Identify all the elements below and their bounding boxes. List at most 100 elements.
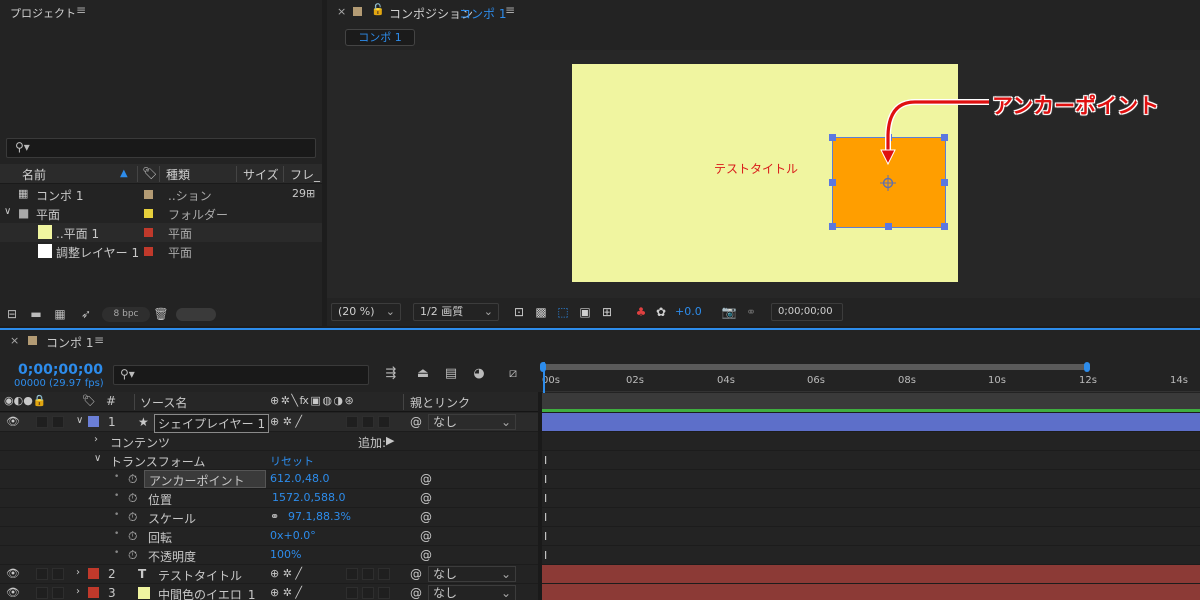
title-text-layer[interactable]: テストタイトル [714, 160, 798, 177]
composition-flowchart-icon[interactable]: ⇶ [382, 366, 400, 384]
tab-comp-1[interactable]: コンポ 1 [345, 29, 415, 46]
switch-box[interactable] [346, 416, 358, 428]
switch-box[interactable] [362, 416, 374, 428]
lock-toggle[interactable] [52, 587, 64, 599]
reset-link[interactable]: リセット [270, 453, 314, 469]
stopwatch-icon[interactable]: ⏱ [128, 491, 137, 506]
composition-viewer[interactable]: テストタイトル アンカーポイント [327, 50, 1200, 298]
time-ruler[interactable]: 00s 02s 04s 06s 08s 10s 12s 14s [542, 372, 1200, 392]
switch-box[interactable] [362, 587, 374, 599]
thumbnail-scrollbar[interactable] [176, 308, 216, 321]
timeline-search-input[interactable]: ⚲▾ [113, 365, 369, 385]
motion-blur-icon[interactable]: ◕ [470, 366, 488, 384]
graph-editor-icon[interactable]: ⧄ [504, 366, 522, 384]
lock-toggle[interactable] [52, 416, 64, 428]
magnification-dropdown[interactable]: (20 %) ⌄ [331, 303, 401, 321]
solo-toggle[interactable] [36, 568, 48, 580]
chevron-right-icon[interactable]: › [76, 567, 80, 578]
property-value[interactable]: 100% [270, 548, 301, 561]
add-menu-icon[interactable]: ▶ [386, 434, 394, 447]
time-graph[interactable]: 00s 02s 04s 06s 08s 10s 12s 14s I I I I … [540, 352, 1200, 600]
show-snapshot-icon[interactable]: ⚭ [743, 304, 759, 320]
property-value[interactable]: 1572.0,588.0 [272, 491, 345, 504]
contents-group-row[interactable]: › コンテンツ 追加: ▶ [0, 432, 538, 451]
shy-layers-icon[interactable]: ⏏ [414, 366, 432, 384]
layer-duration-bar[interactable] [542, 584, 1200, 600]
expression-pick-whip-icon[interactable]: @ [420, 472, 432, 486]
expression-pick-whip-icon[interactable]: @ [420, 548, 432, 562]
label-color-swatch[interactable] [353, 7, 362, 16]
project-search-input[interactable]: ⚲▾ [6, 138, 316, 158]
timeline-comp-name[interactable]: コンポ 1 [46, 334, 93, 351]
chevron-down-icon[interactable]: ∨ [4, 206, 11, 217]
interpret-footage-icon[interactable]: ⊟ [4, 307, 20, 321]
close-icon[interactable]: × [337, 5, 346, 18]
layer-row[interactable]: 👁 › 2 T テストタイトル ⊕ ✲ ╱ @ なし ⌄ [0, 565, 538, 584]
parent-dropdown[interactable]: なし ⌄ [428, 414, 516, 430]
exposure-value[interactable]: +0.0 [675, 305, 702, 318]
pick-whip-icon[interactable]: @ [410, 567, 422, 581]
layer-switches-header[interactable]: ⊕ ✲ ╲ fx ▣ ◍ ◑ ⊛ [270, 394, 354, 407]
transform-handle[interactable] [829, 134, 836, 141]
snapshot-camera-icon[interactable]: 📷 [721, 304, 737, 320]
column-frame[interactable]: フレ_ [290, 166, 320, 183]
property-value[interactable]: 97.1,88.3% [288, 510, 351, 523]
transform-handle[interactable] [941, 179, 948, 186]
composition-name[interactable]: コンポ 1 [459, 5, 506, 22]
project-panel-menu-icon[interactable]: ≡ [76, 3, 86, 17]
chevron-right-icon[interactable]: › [76, 586, 80, 597]
column-type[interactable]: 種類 [166, 166, 190, 183]
work-area-range[interactable] [542, 364, 1088, 370]
keyframe-marker-icon[interactable]: I [544, 473, 547, 486]
guides-icon[interactable]: ⊞ [599, 304, 615, 320]
property-row-anchor-point[interactable]: • ⏱ アンカーポイント 612.0,48.0 @ [0, 470, 538, 489]
layer-name[interactable]: 中間色のイエロ_1 [158, 586, 256, 600]
layer-switches[interactable]: ⊕ ✲ ╱ [270, 586, 302, 599]
frame-blending-icon[interactable]: ▤ [442, 366, 460, 384]
property-row-rotation[interactable]: • ⏱ 回転 0x+0.0° @ [0, 527, 538, 546]
property-value[interactable]: 612.0,48.0 [270, 472, 329, 485]
bit-depth-button[interactable]: 8 bpc [102, 307, 150, 322]
constrain-proportions-link-icon[interactable]: ⚭ [270, 510, 279, 523]
label-tag-icon[interactable]: 🏷 [142, 166, 157, 180]
transform-group-row[interactable]: ∨ トランスフォーム リセット [0, 451, 538, 470]
pick-whip-icon[interactable]: @ [410, 586, 422, 600]
project-item-solid[interactable]: ..平面 1 平面 [0, 223, 322, 242]
label-color-swatch[interactable] [88, 568, 99, 579]
panel-menu-icon[interactable]: ≡ [94, 333, 104, 347]
transform-handle[interactable] [941, 223, 948, 230]
keyframe-marker-icon[interactable]: I [544, 549, 547, 562]
keyframe-marker-icon[interactable]: I [544, 454, 547, 467]
switch-box[interactable] [362, 568, 374, 580]
transform-handle[interactable] [829, 223, 836, 230]
project-item-folder[interactable]: ∨ ■ 平面 フォルダー [0, 204, 322, 223]
switch-box[interactable] [346, 568, 358, 580]
parent-dropdown[interactable]: なし ⌄ [428, 585, 516, 600]
solo-toggle[interactable] [36, 587, 48, 599]
label-color-swatch[interactable] [144, 228, 153, 237]
layer-name[interactable]: テストタイトル [158, 567, 242, 584]
project-item-comp[interactable]: ▦ コンポ 1 ..ション 29 ⊞ [0, 185, 322, 204]
pick-whip-icon[interactable]: @ [410, 415, 422, 429]
anchor-point-icon[interactable] [880, 175, 896, 191]
chevron-down-icon[interactable]: ∨ [76, 415, 83, 426]
stopwatch-icon[interactable]: ⏱ [128, 472, 137, 487]
stopwatch-icon[interactable]: ⏱ [128, 529, 137, 544]
transform-handle[interactable] [885, 223, 892, 230]
switch-box[interactable] [346, 587, 358, 599]
label-color-swatch[interactable] [144, 190, 153, 199]
fast-preview-icon[interactable]: ⊡ [511, 304, 527, 320]
render-rocket-icon[interactable]: ➶ [78, 307, 94, 321]
keyframe-marker-icon[interactable]: I [544, 492, 547, 505]
solo-toggle[interactable] [36, 416, 48, 428]
layer-duration-bar[interactable] [542, 565, 1200, 584]
expression-pick-whip-icon[interactable]: @ [420, 529, 432, 543]
switch-box[interactable] [378, 587, 390, 599]
transform-handle[interactable] [829, 179, 836, 186]
stopwatch-icon[interactable]: ⏱ [128, 510, 137, 525]
layer-switches[interactable]: ⊕ ✲ ╱ [270, 415, 302, 428]
column-size[interactable]: サイズ [243, 166, 279, 183]
lock-toggle[interactable] [52, 568, 64, 580]
keyframe-marker-icon[interactable]: I [544, 530, 547, 543]
eye-icon[interactable]: 👁 [6, 586, 20, 599]
